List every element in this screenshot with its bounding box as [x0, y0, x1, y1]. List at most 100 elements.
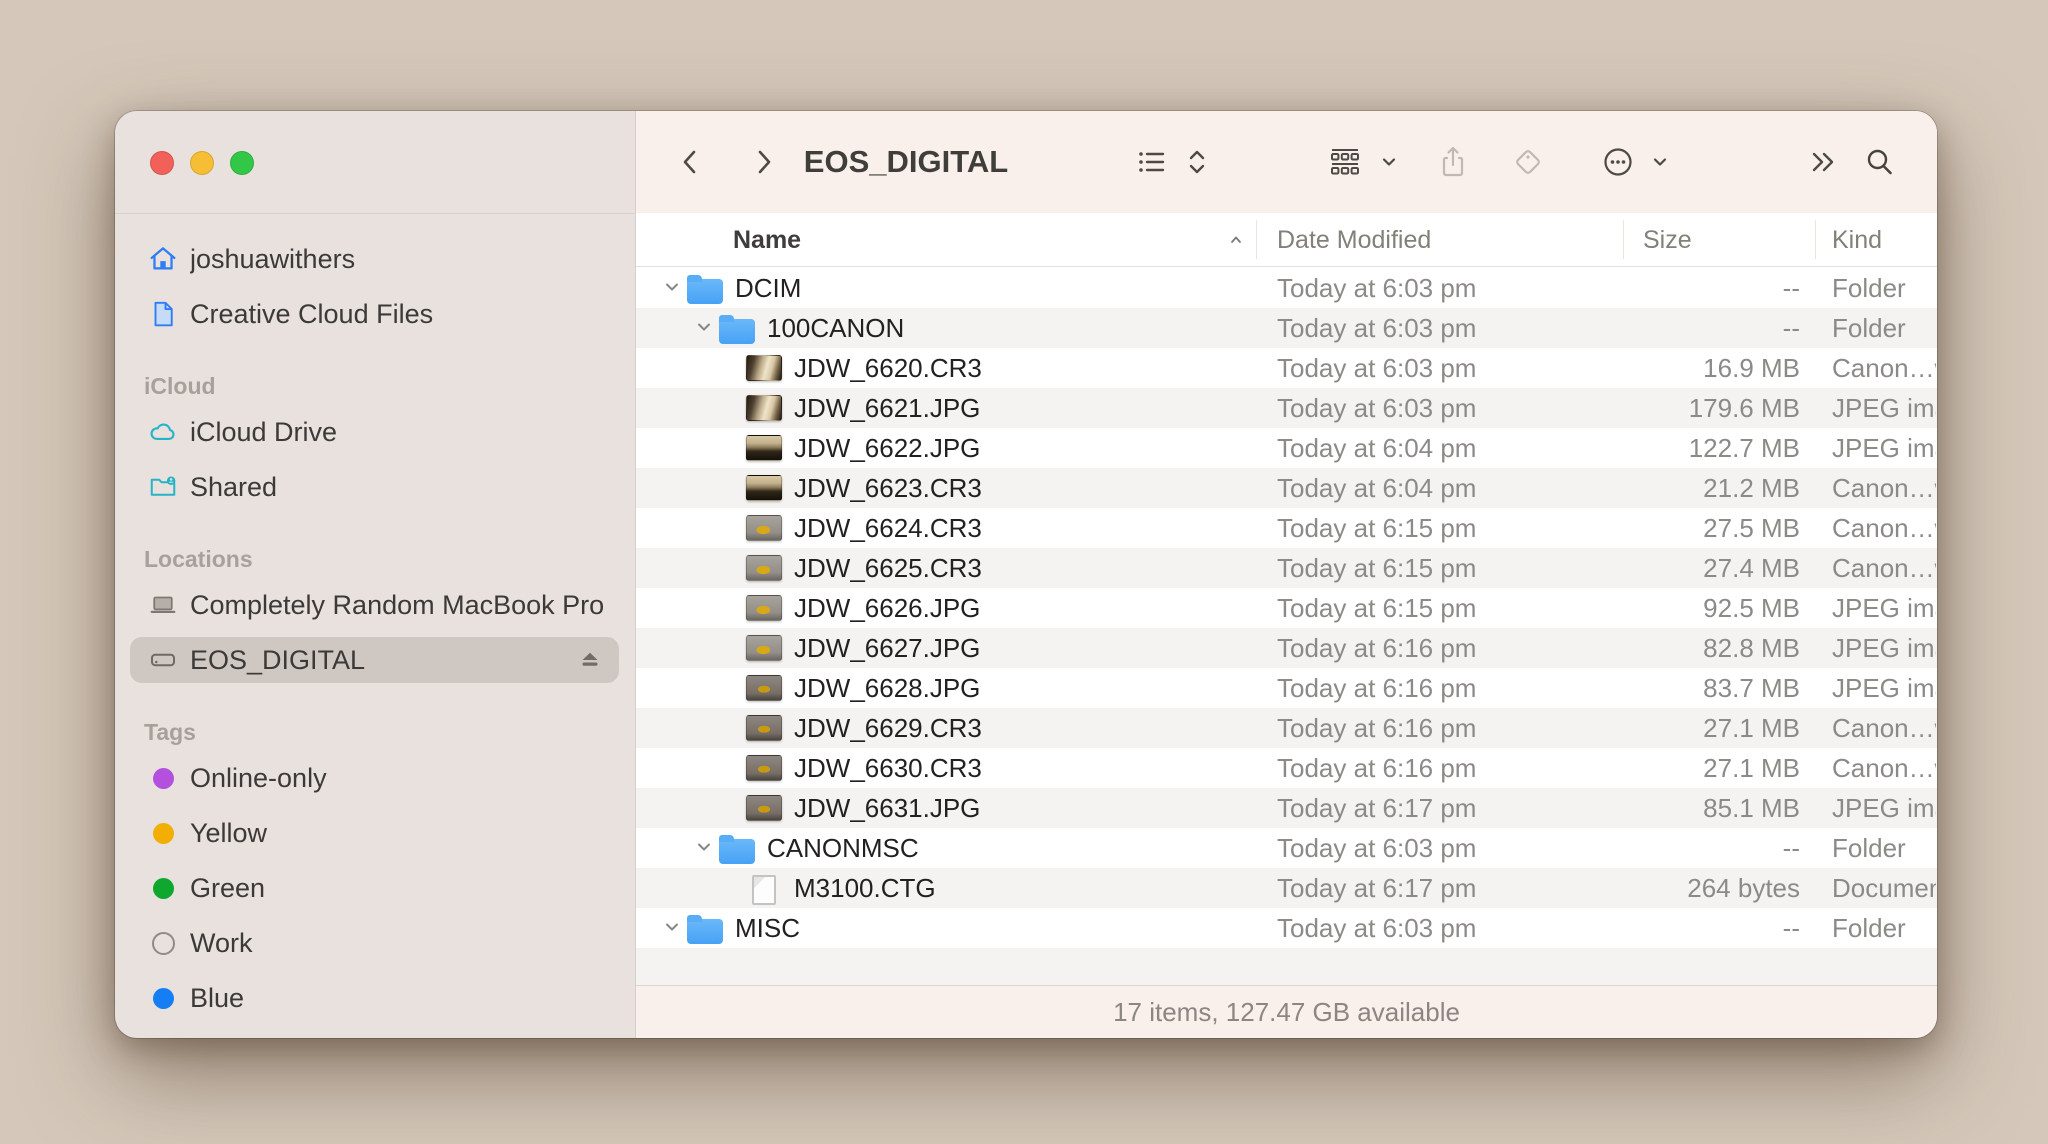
sidebar-item-joshuawithers[interactable]: joshuawithers: [130, 236, 619, 282]
table-row-jdw-6624-cr3[interactable]: JDW_6624.CR3Today at 6:15 pm27.5 MBCanon…: [636, 508, 1937, 548]
finder-window: joshuawithersCreative Cloud FilesiCloudi…: [115, 111, 1937, 1038]
cell-size: 83.7 MB: [1593, 668, 1800, 708]
window-title: EOS_DIGITAL: [804, 111, 1008, 213]
column-header-name[interactable]: Name: [733, 213, 801, 267]
cell-name: JDW_6625.CR3: [794, 548, 982, 588]
close-button[interactable]: [150, 151, 174, 175]
view-list-button[interactable]: [1128, 111, 1176, 213]
cell-name: CANONMSC: [767, 828, 919, 868]
tag-dot: [146, 871, 180, 905]
column-header-kind[interactable]: Kind: [1832, 213, 1882, 267]
forward-button[interactable]: [739, 111, 787, 213]
disclosure-chevron-icon[interactable]: [693, 316, 715, 338]
cell-size: 27.1 MB: [1593, 748, 1800, 788]
sidebar-item-icloud-drive[interactable]: iCloud Drive: [130, 409, 619, 455]
sidebar-item-work[interactable]: Work: [130, 920, 619, 966]
sidebar-item-completely-random-macbook-pro[interactable]: Completely Random MacBook Pro: [130, 582, 619, 628]
sidebar-section-label: Locations: [144, 546, 619, 573]
cell-kind: JPEG image: [1832, 388, 1936, 428]
group-by-chevron[interactable]: [1376, 111, 1402, 213]
photo-thumbnail-icon: [746, 755, 782, 781]
photo-thumbnail-icon: [746, 675, 782, 701]
sidebar-item-shared[interactable]: Shared: [130, 464, 619, 510]
folder-icon: [719, 835, 755, 864]
photo-thumbnail-icon: [746, 355, 782, 381]
table-row-jdw-6631-jpg[interactable]: JDW_6631.JPGToday at 6:17 pm85.1 MBJPEG …: [636, 788, 1937, 828]
photo-thumbnail-icon: [746, 395, 782, 421]
share-icon: [1435, 144, 1471, 180]
cell-kind: Folder: [1832, 908, 1936, 948]
disclosure-chevron-icon[interactable]: [661, 276, 683, 298]
cell-size: 27.4 MB: [1593, 548, 1800, 588]
sidebar-item-online-only[interactable]: Online-only: [130, 755, 619, 801]
cell-date: Today at 6:03 pm: [1277, 908, 1476, 948]
column-divider[interactable]: [1815, 220, 1816, 259]
photo-thumbnail-icon: [746, 475, 782, 501]
cell-date: Today at 6:17 pm: [1277, 868, 1476, 908]
disclosure-chevron-icon[interactable]: [661, 916, 683, 938]
table-row-dcim[interactable]: DCIMToday at 6:03 pm--Folder: [636, 268, 1937, 308]
tag-dot-outline: [146, 926, 180, 960]
cell-kind: Canon…w: [1832, 508, 1936, 548]
group-by-button[interactable]: [1321, 111, 1369, 213]
sidebar-item-blue[interactable]: Blue: [130, 975, 619, 1021]
photo-thumbnail-icon: [746, 635, 782, 661]
column-divider[interactable]: [1623, 220, 1624, 259]
cell-date: Today at 6:16 pm: [1277, 668, 1476, 708]
sidebar-item-yellow[interactable]: Yellow: [130, 810, 619, 856]
toolbar-overflow-button[interactable]: [1798, 111, 1846, 213]
eject-icon[interactable]: [575, 645, 605, 675]
sidebar-item-creative-cloud-files[interactable]: Creative Cloud Files: [130, 291, 619, 337]
table-row-jdw-6630-cr3[interactable]: JDW_6630.CR3Today at 6:16 pm27.1 MBCanon…: [636, 748, 1937, 788]
more-actions-chevron[interactable]: [1647, 111, 1673, 213]
column-header-date-modified[interactable]: Date Modified: [1277, 213, 1431, 267]
cell-kind: JPEG image: [1832, 788, 1936, 828]
zoom-button[interactable]: [230, 151, 254, 175]
table-row-jdw-6625-cr3[interactable]: JDW_6625.CR3Today at 6:15 pm27.4 MBCanon…: [636, 548, 1937, 588]
table-row-canonmsc[interactable]: CANONMSCToday at 6:03 pm--Folder: [636, 828, 1937, 868]
table-row-jdw-6627-jpg[interactable]: JDW_6627.JPGToday at 6:16 pm82.8 MBJPEG …: [636, 628, 1937, 668]
table-row-misc[interactable]: MISC Today at 6:03 pm -- Folder: [636, 908, 1937, 948]
cell-size: 27.1 MB: [1593, 708, 1800, 748]
sidebar-item-label: Blue: [190, 983, 244, 1014]
share-button[interactable]: [1429, 111, 1477, 213]
tag-dot: [146, 761, 180, 795]
sidebar: joshuawithersCreative Cloud FilesiCloudi…: [115, 111, 636, 1038]
sidebar-item-label: iCloud Drive: [190, 417, 337, 448]
search-button[interactable]: [1856, 111, 1904, 213]
table-row-m3100-ctg[interactable]: M3100.CTGToday at 6:17 pm264 bytesDocume…: [636, 868, 1937, 908]
cell-date: Today at 6:03 pm: [1277, 348, 1476, 388]
column-divider[interactable]: [1256, 220, 1257, 259]
chevron-down-icon: [1650, 152, 1670, 172]
cell-date: Today at 6:03 pm: [1277, 308, 1476, 348]
table-row-100canon[interactable]: 100CANONToday at 6:03 pm--Folder: [636, 308, 1937, 348]
cell-name: MISC: [735, 908, 800, 948]
cell-kind: JPEG image: [1832, 668, 1936, 708]
sidebar-item-label: EOS_DIGITAL: [190, 645, 365, 676]
cell-size: 21.2 MB: [1593, 468, 1800, 508]
tags-button[interactable]: [1504, 111, 1552, 213]
more-actions-button[interactable]: [1594, 111, 1642, 213]
sort-ascending-icon: [1228, 232, 1244, 253]
table-row-jdw-6629-cr3[interactable]: JDW_6629.CR3Today at 6:16 pm27.1 MBCanon…: [636, 708, 1937, 748]
column-header-size[interactable]: Size: [1643, 213, 1692, 267]
window-controls: [150, 151, 254, 175]
cell-size: --: [1593, 308, 1800, 348]
back-button[interactable]: [667, 111, 715, 213]
table-row-jdw-6626-jpg[interactable]: JDW_6626.JPGToday at 6:15 pm92.5 MBJPEG …: [636, 588, 1937, 628]
home-icon: [146, 242, 180, 276]
sidebar-item-eos-digital[interactable]: EOS_DIGITAL: [130, 637, 619, 683]
table-row-jdw-6622-jpg[interactable]: JDW_6622.JPGToday at 6:04 pm122.7 MBJPEG…: [636, 428, 1937, 468]
file-list: DCIMToday at 6:03 pm--Folder100CANONToda…: [636, 268, 1937, 948]
disclosure-chevron-icon[interactable]: [693, 836, 715, 858]
table-row-jdw-6623-cr3[interactable]: JDW_6623.CR3Today at 6:04 pm21.2 MBCanon…: [636, 468, 1937, 508]
cell-size: 27.5 MB: [1593, 508, 1800, 548]
sidebar-item-green[interactable]: Green: [130, 865, 619, 911]
table-row-jdw-6621-jpg[interactable]: JDW_6621.JPGToday at 6:03 pm179.6 MBJPEG…: [636, 388, 1937, 428]
table-row-jdw-6620-cr3[interactable]: JDW_6620.CR3Today at 6:03 pm16.9 MBCanon…: [636, 348, 1937, 388]
cell-size: --: [1593, 908, 1800, 948]
minimize-button[interactable]: [190, 151, 214, 175]
table-row-jdw-6628-jpg[interactable]: JDW_6628.JPGToday at 6:16 pm83.7 MBJPEG …: [636, 668, 1937, 708]
view-sort-toggle[interactable]: [1182, 111, 1212, 213]
chevron-down-icon: [1379, 152, 1399, 172]
